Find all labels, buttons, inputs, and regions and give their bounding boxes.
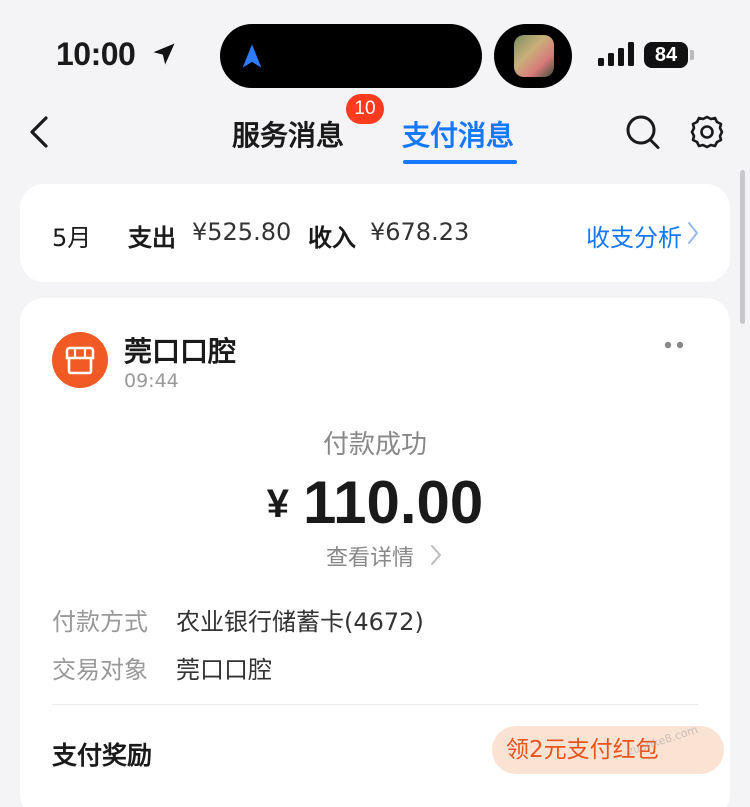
signal-icon	[598, 42, 634, 66]
counterparty-label: 交易对象	[52, 656, 148, 684]
message-time: 09:44	[124, 370, 179, 392]
more-options-icon[interactable]	[662, 338, 686, 352]
dynamic-island	[220, 24, 482, 88]
tab-service-messages[interactable]: 服务消息	[232, 114, 344, 154]
payment-amount: ¥110.00	[20, 468, 730, 537]
payment-message-card[interactable]: 莞口口腔 09:44 付款成功 ¥110.00 查看详情 付款方式 农业银行储蓄…	[20, 298, 730, 807]
search-icon[interactable]	[624, 112, 662, 152]
live-activity-thumbnail	[494, 24, 572, 88]
battery-indicator: 84	[644, 42, 688, 68]
battery-nub	[690, 50, 694, 60]
gear-icon[interactable]	[688, 112, 726, 152]
status-bar: 10:00 84	[0, 0, 750, 100]
payment-method-value: 农业银行储蓄卡(4672)	[176, 608, 424, 636]
merchant-logo	[52, 332, 108, 388]
summary-month: 5月	[52, 224, 92, 252]
location-arrow-icon	[153, 43, 175, 65]
unread-badge: 10	[346, 94, 384, 124]
active-tab-indicator	[403, 160, 517, 164]
store-icon	[65, 346, 95, 375]
income-value: ¥678.23	[370, 218, 470, 246]
navigation-arrow-icon	[242, 44, 262, 68]
expense-value: ¥525.80	[192, 218, 292, 246]
counterparty-value: 莞口口腔	[176, 656, 272, 684]
merchant-name: 莞口口腔	[124, 335, 237, 368]
payment-reward-label: 支付奖励	[52, 741, 153, 770]
income-expense-analysis-link[interactable]: 收支分析	[586, 218, 682, 253]
payment-method-label: 付款方式	[52, 608, 148, 636]
amount-value: 110.00	[303, 469, 484, 536]
currency-symbol: ¥	[266, 482, 290, 526]
divider	[52, 704, 698, 705]
view-details-link[interactable]: 查看详情	[326, 540, 414, 572]
tab-payment-messages[interactable]: 支付消息	[402, 114, 514, 154]
expense-label: 支出	[128, 224, 176, 252]
nav-bar: 服务消息 10 支付消息	[0, 94, 750, 168]
income-label: 收入	[308, 224, 356, 252]
payment-status: 付款成功	[322, 430, 427, 460]
monthly-summary-card: 5月 支出 ¥525.80 收入 ¥678.23 收支分析	[20, 184, 730, 282]
scrollbar[interactable]	[740, 170, 745, 324]
thumbnail-image	[514, 35, 554, 77]
chevron-right-icon	[688, 222, 698, 244]
chevron-right-icon	[431, 545, 441, 565]
back-icon[interactable]	[24, 112, 54, 152]
status-time: 10:00	[56, 36, 136, 72]
